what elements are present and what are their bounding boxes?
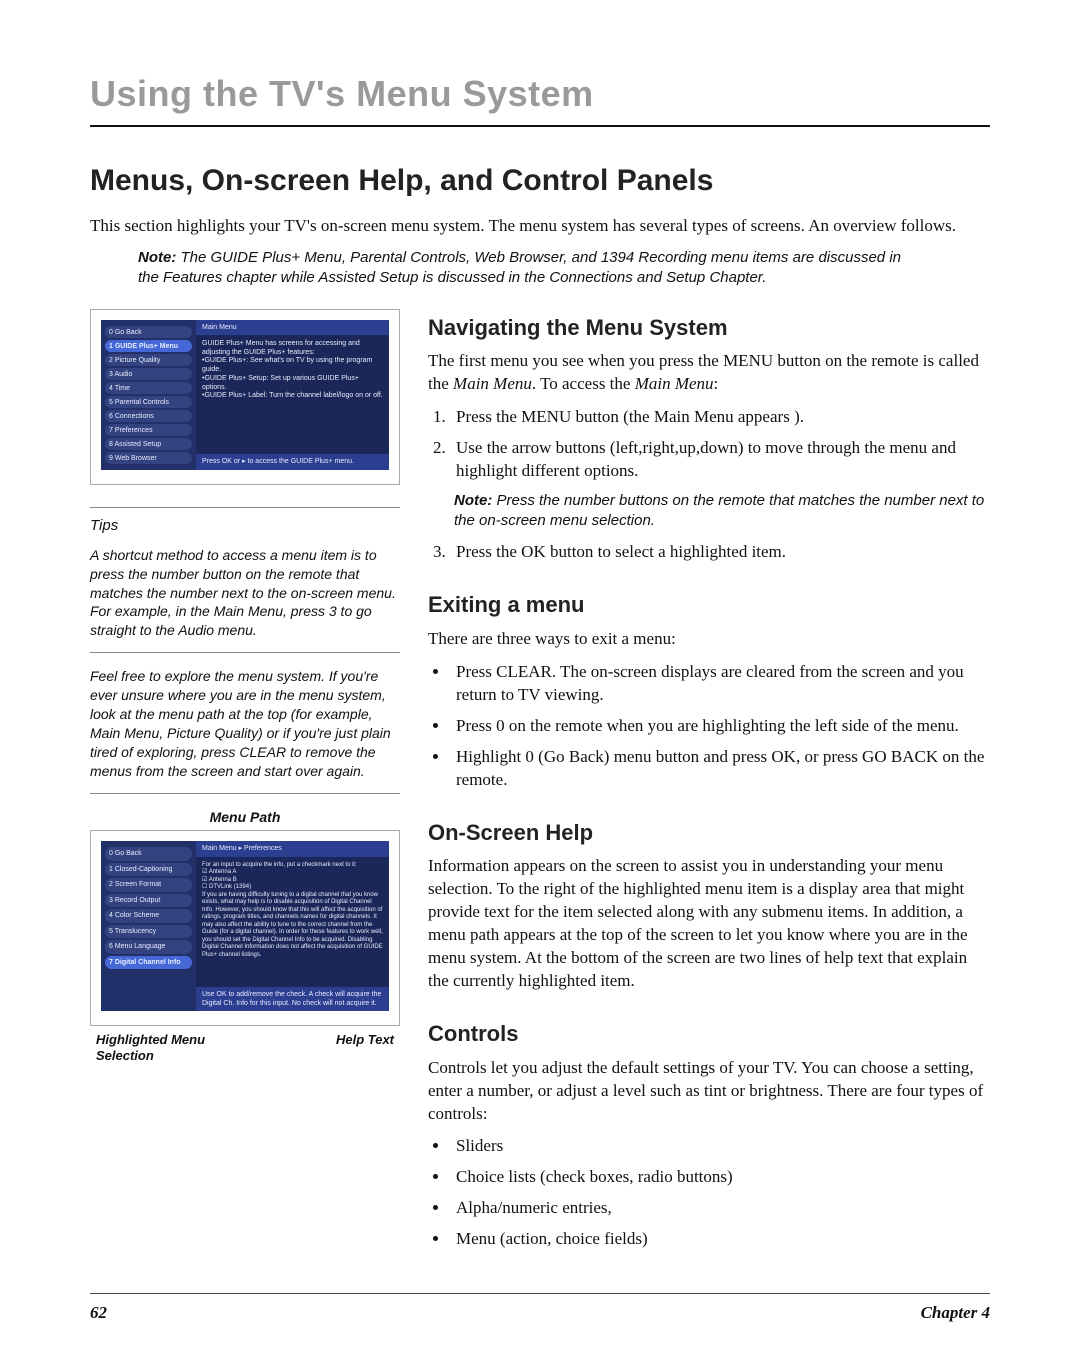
exit-intro: There are three ways to exit a menu: bbox=[428, 628, 990, 651]
tv2-body: For an input to acquire the info, put a … bbox=[196, 857, 389, 987]
tv1-item-2: 2 Picture Quality bbox=[105, 354, 192, 366]
heading-navigating: Navigating the Menu System bbox=[428, 313, 990, 343]
page-number: 62 bbox=[90, 1302, 107, 1325]
nav-p1-ital1: Main Menu bbox=[453, 374, 532, 393]
tv2-item-4: 4 Color Scheme bbox=[105, 909, 192, 922]
controls-b4: Menu (action, choice fields) bbox=[450, 1228, 990, 1251]
note-label: Note: bbox=[454, 492, 492, 509]
tv2-item-5: 5 Translucency bbox=[105, 925, 192, 938]
tv2-item-3: 3 Record Output bbox=[105, 894, 192, 907]
tip-1: A shortcut method to access a menu item … bbox=[90, 546, 400, 653]
nav-p1-b: . To access the bbox=[532, 374, 635, 393]
tv2-item-6: 6 Menu Language bbox=[105, 940, 192, 953]
nav-step-3: Press the OK button to select a highligh… bbox=[450, 541, 990, 564]
tv1-item-8: 8 Assisted Setup bbox=[105, 438, 192, 450]
tv1-crumb: Main Menu bbox=[196, 320, 389, 335]
nav-inline-note: Note: Press the number buttons on the re… bbox=[454, 491, 990, 532]
note-text: Press the number buttons on the remote t… bbox=[454, 492, 984, 529]
nav-intro: The first menu you see when you press th… bbox=[428, 350, 990, 396]
exit-b3-ital: 0 (Go Back) bbox=[525, 747, 609, 766]
controls-bullets: Sliders Choice lists (check boxes, radio… bbox=[450, 1135, 990, 1251]
menu-screenshot-1: 0 Go Back 1 GUIDE Plus+ Menu 2 Picture Q… bbox=[90, 309, 400, 485]
controls-b3: Alpha/numeric entries, bbox=[450, 1197, 990, 1220]
heading-exiting: Exiting a menu bbox=[428, 590, 990, 620]
nav-p1-ital2: Main Menu bbox=[635, 374, 714, 393]
tv1-item-0: 0 Go Back bbox=[105, 326, 192, 338]
controls-paragraph: Controls let you adjust the default sett… bbox=[428, 1057, 990, 1126]
tv2-foot: Use OK to add/remove the check. A check … bbox=[196, 987, 389, 1012]
exit-b1: Press CLEAR. The on-screen displays are … bbox=[450, 661, 990, 707]
tv1-item-7: 7 Preferences bbox=[105, 424, 192, 436]
tip-2: Feel free to explore the menu system. If… bbox=[90, 667, 400, 793]
chapter-title: Using the TV's Menu System bbox=[90, 70, 990, 127]
tv1-item-5: 5 Parental Controls bbox=[105, 396, 192, 408]
tv2-item-1: 1 Closed-Captioning bbox=[105, 863, 192, 876]
tv1-menu-list: 0 Go Back 1 GUIDE Plus+ Menu 2 Picture Q… bbox=[101, 320, 196, 470]
nav-steps: Press the MENU button (the Main Menu app… bbox=[450, 406, 990, 483]
nav-steps-2: Press the OK button to select a highligh… bbox=[450, 541, 990, 564]
chapter-label: Chapter 4 bbox=[921, 1302, 990, 1325]
tips-heading: Tips bbox=[90, 507, 400, 536]
note-label: Note: bbox=[138, 249, 176, 266]
controls-b2: Choice lists (check boxes, radio buttons… bbox=[450, 1166, 990, 1189]
top-note: Note: The GUIDE Plus+ Menu, Parental Con… bbox=[138, 248, 918, 289]
nav-step1-a: Press the MENU button (the bbox=[456, 407, 654, 426]
tv1-body: GUIDE Plus+ Menu has screens for accessi… bbox=[196, 335, 389, 454]
nav-step-1: Press the MENU button (the Main Menu app… bbox=[450, 406, 990, 429]
tv1-item-9: 9 Web Browser bbox=[105, 452, 192, 464]
callout-highlighted-selection: Highlighted Menu Selection bbox=[96, 1032, 236, 1063]
menu-path-label: Menu Path bbox=[90, 808, 400, 827]
note-text: The GUIDE Plus+ Menu, Parental Controls,… bbox=[138, 249, 901, 286]
tv1-item-4: 4 Time bbox=[105, 382, 192, 394]
menu-screenshot-2: 0 Go Back 1 Closed-Captioning 2 Screen F… bbox=[90, 830, 400, 1026]
tv2-crumb: Main Menu ▸ Preferences bbox=[196, 841, 389, 856]
tv2-item-0: 0 Go Back bbox=[105, 847, 192, 860]
nav-p1-c: : bbox=[714, 374, 719, 393]
nav-step1-ital: Main Menu bbox=[654, 407, 734, 426]
tv2-item-2: 2 Screen Format bbox=[105, 878, 192, 891]
exit-b3-a: Highlight bbox=[456, 747, 525, 766]
tv1-item-6: 6 Connections bbox=[105, 410, 192, 422]
exit-bullets: Press CLEAR. The on-screen displays are … bbox=[450, 661, 990, 792]
nav-step-2: Use the arrow buttons (left,right,up,dow… bbox=[450, 437, 990, 483]
heading-controls: Controls bbox=[428, 1019, 990, 1049]
tv2-item-7: 7 Digital Channel Info bbox=[105, 956, 192, 969]
tv1-foot: Press OK or ▸ to access the GUIDE Plus+ … bbox=[196, 454, 389, 469]
nav-step1-b: appears bbox=[734, 407, 794, 426]
intro-paragraph: This section highlights your TV's on-scr… bbox=[90, 215, 990, 238]
exit-b3: Highlight 0 (Go Back) menu button and pr… bbox=[450, 746, 990, 792]
page-footer: 62 Chapter 4 bbox=[90, 1293, 990, 1325]
tv2-menu-list: 0 Go Back 1 Closed-Captioning 2 Screen F… bbox=[101, 841, 196, 1011]
tv1-item-3: 3 Audio bbox=[105, 368, 192, 380]
exit-b2: Press 0 on the remote when you are highl… bbox=[450, 715, 990, 738]
page-title: Menus, On-screen Help, and Control Panel… bbox=[90, 161, 990, 202]
help-paragraph: Information appears on the screen to ass… bbox=[428, 855, 990, 993]
tv1-item-1: 1 GUIDE Plus+ Menu bbox=[105, 340, 192, 352]
controls-b1: Sliders bbox=[450, 1135, 990, 1158]
heading-onscreen-help: On-Screen Help bbox=[428, 818, 990, 848]
nav-step1-c: ). bbox=[794, 407, 804, 426]
callout-help-text: Help Text bbox=[336, 1032, 394, 1063]
